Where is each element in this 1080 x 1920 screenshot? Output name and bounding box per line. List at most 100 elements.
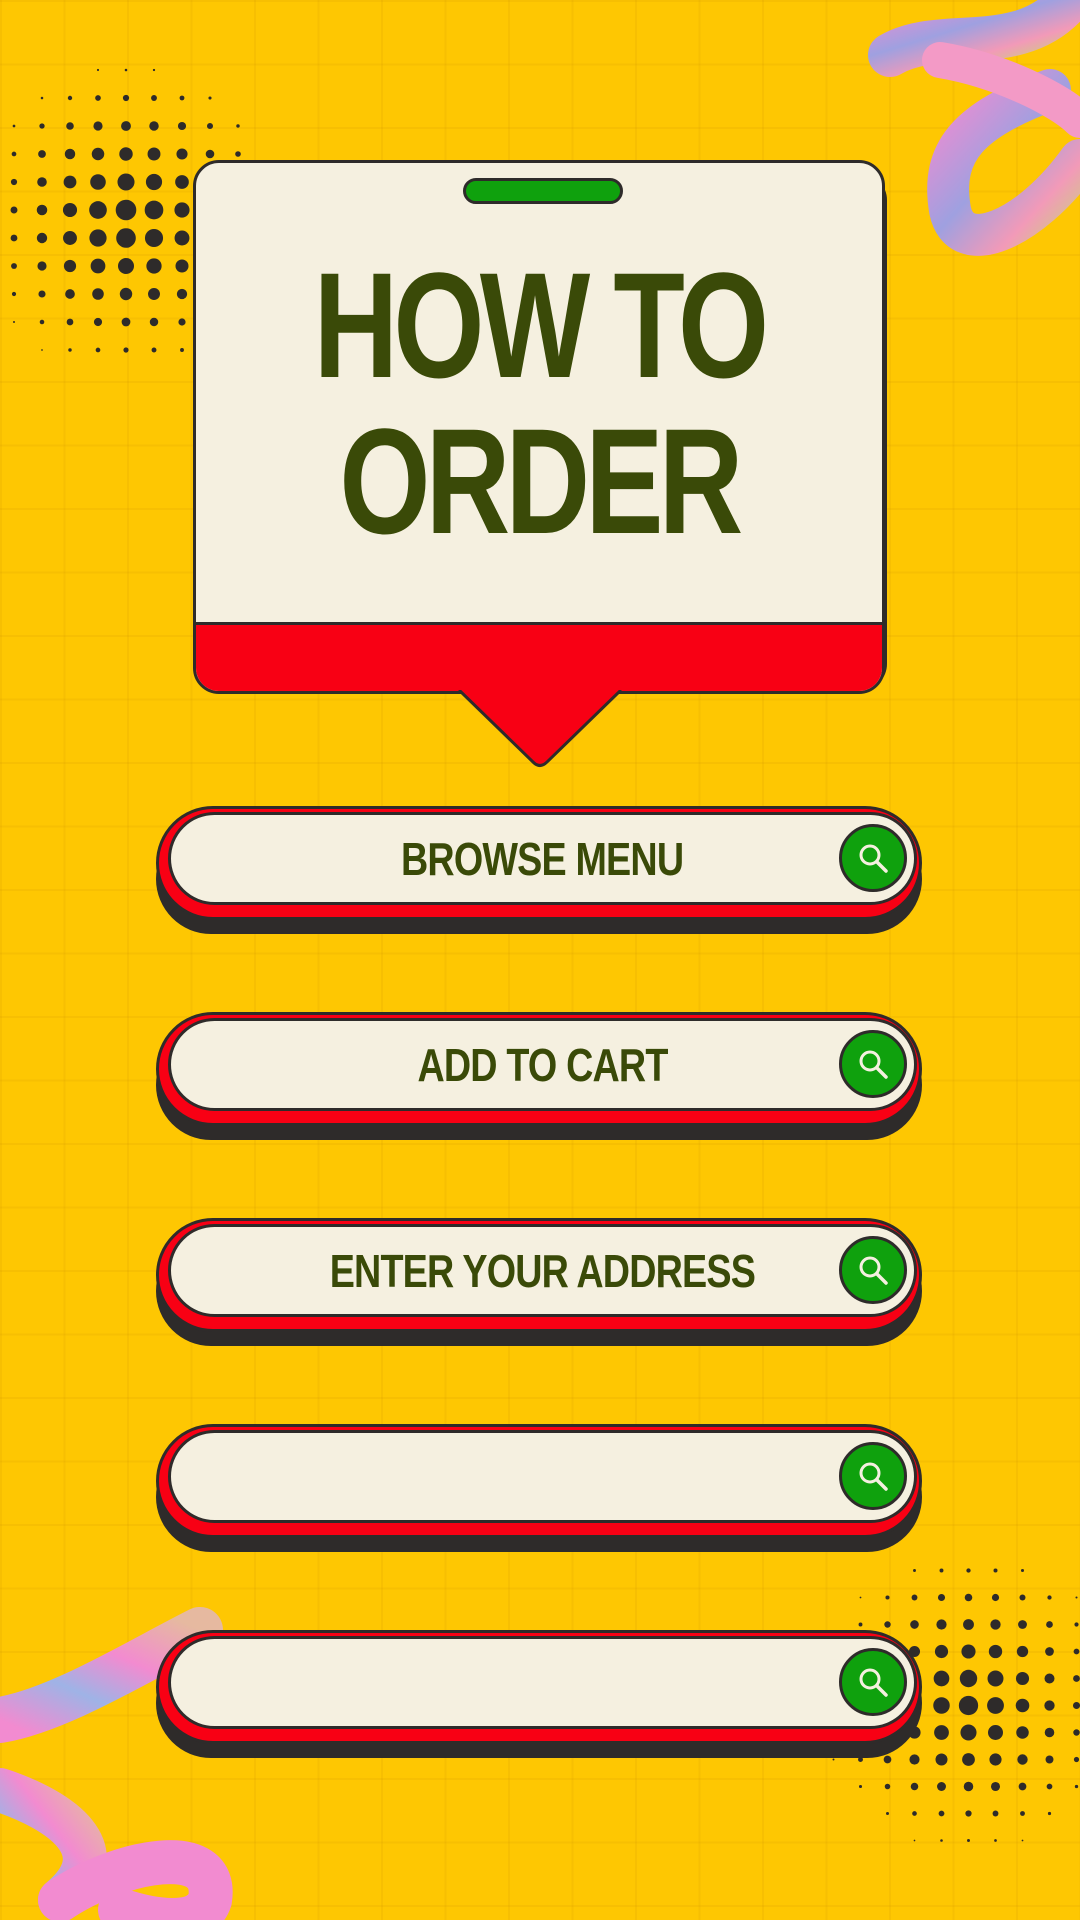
halftone-dot	[36, 232, 48, 244]
search-button[interactable]	[839, 824, 907, 892]
step-bar-3[interactable]: ENTER YOUR ADDRESS	[156, 1218, 922, 1348]
halftone-dot	[935, 1753, 948, 1766]
halftone-dot	[64, 148, 76, 160]
halftone-dot	[66, 122, 74, 130]
page-title-line-2: ORDER	[339, 397, 743, 565]
halftone-dot	[959, 1669, 978, 1688]
halftone-dot	[1073, 1648, 1080, 1655]
halftone-dot	[913, 1569, 916, 1572]
title-indicator-pill	[463, 178, 623, 204]
title-card-body: HOW TO ORDER	[193, 160, 885, 694]
halftone-dot	[1020, 1568, 1025, 1573]
halftone-dot	[934, 1725, 949, 1740]
search-button[interactable]	[839, 1236, 907, 1304]
halftone-dot	[95, 347, 101, 353]
halftone-dot	[1016, 1645, 1029, 1658]
halftone-dot	[145, 173, 163, 191]
halftone-dot	[235, 151, 241, 157]
halftone-dot	[148, 288, 160, 300]
halftone-dot	[39, 319, 45, 325]
halftone-dot	[964, 1593, 973, 1602]
halftone-dot	[39, 123, 45, 129]
halftone-dot	[1074, 1784, 1079, 1789]
halftone-dot	[987, 1670, 1004, 1687]
halftone-dot	[63, 175, 77, 189]
page-title-line-1: HOW TO	[313, 241, 769, 409]
halftone-dot	[1015, 1671, 1030, 1686]
step-label: ENTER YOUR ADDRESS	[329, 1244, 756, 1297]
halftone-dot	[885, 1595, 890, 1600]
halftone-dot	[1046, 1621, 1053, 1628]
search-button[interactable]	[839, 1648, 907, 1716]
search-button[interactable]	[839, 1030, 907, 1098]
halftone-dot	[90, 174, 106, 190]
halftone-dot	[859, 1596, 862, 1599]
step-bar-1[interactable]: BROWSE MENU	[156, 806, 922, 936]
step-bar-4[interactable]	[156, 1424, 922, 1554]
search-icon	[859, 1462, 888, 1491]
halftone-dot	[175, 259, 189, 273]
halftone-dot	[37, 177, 47, 187]
halftone-dot	[10, 234, 18, 242]
halftone-dot	[1044, 1727, 1055, 1738]
halftone-dot	[66, 318, 74, 326]
halftone-dot	[174, 202, 190, 218]
halftone-dot	[115, 199, 137, 221]
step-bar-base: ENTER YOUR ADDRESS	[156, 1218, 922, 1332]
search-button[interactable]	[839, 1442, 907, 1510]
halftone-dot	[884, 1621, 891, 1628]
step-bar-field: BROWSE MENU	[168, 812, 917, 905]
search-icon	[859, 1668, 888, 1697]
halftone-dot	[151, 347, 157, 353]
halftone-dot	[858, 1784, 863, 1789]
halftone-dot	[988, 1725, 1003, 1740]
halftone-dot	[93, 317, 103, 327]
halftone-dot	[967, 1839, 970, 1842]
halftone-dot	[961, 1644, 976, 1659]
halftone-dot	[1019, 1594, 1026, 1601]
halftone-dot	[858, 1622, 863, 1627]
halftone-dot	[176, 288, 188, 300]
halftone-dot	[1046, 1783, 1053, 1790]
halftone-dot	[89, 229, 107, 247]
title-card: HOW TO ORDER	[193, 160, 887, 694]
halftone-dot	[123, 347, 129, 353]
halftone-dot	[963, 1781, 974, 1792]
halftone-dot	[177, 121, 187, 131]
halftone-dot	[989, 1753, 1002, 1766]
halftone-dot	[1017, 1754, 1028, 1765]
halftone-dot	[65, 289, 75, 299]
halftone-dot	[936, 1619, 947, 1630]
halftone-dot	[149, 121, 159, 131]
halftone-dot	[933, 1697, 950, 1714]
halftone-dot	[152, 68, 156, 72]
halftone-dot	[1020, 1811, 1025, 1816]
halftone-dot	[37, 261, 47, 271]
step-bar-5[interactable]	[156, 1630, 922, 1760]
step-bar-base: BROWSE MENU	[156, 806, 922, 920]
halftone-dot	[910, 1620, 919, 1629]
halftone-dot	[933, 1670, 950, 1687]
halftone-dot	[151, 95, 157, 101]
halftone-dot	[993, 1568, 998, 1573]
halftone-dot	[206, 122, 214, 130]
halftone-dot	[90, 258, 106, 274]
step-bar-base	[156, 1424, 922, 1538]
halftone-dot	[1016, 1726, 1029, 1739]
halftone-dot	[911, 1594, 918, 1601]
halftone-dot	[1074, 1622, 1079, 1627]
step-bar-2[interactable]: ADD TO CART	[156, 1012, 922, 1142]
halftone-dot	[119, 147, 133, 161]
halftone-dot	[963, 1619, 974, 1630]
halftone-dot	[93, 121, 103, 131]
halftone-dot	[940, 1839, 943, 1842]
halftone-dot	[1073, 1729, 1080, 1736]
halftone-dot	[117, 173, 135, 191]
halftone-dot	[117, 257, 135, 275]
halftone-dot	[91, 147, 105, 161]
halftone-dot	[1075, 1596, 1078, 1599]
step-bar-base	[156, 1630, 922, 1744]
halftone-dot	[1044, 1673, 1055, 1684]
halftone-dot	[174, 230, 190, 246]
halftone-dot	[147, 147, 161, 161]
